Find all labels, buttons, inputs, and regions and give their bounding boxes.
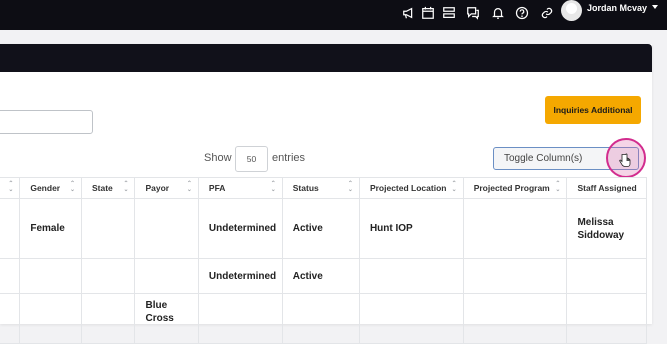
avatar[interactable] xyxy=(561,0,582,21)
sort-icon[interactable]: ⌃ ⌄ xyxy=(555,181,560,193)
column-header-projected-location[interactable]: Projected Location ⌃ ⌄ xyxy=(358,177,464,199)
sort-icon[interactable]: ⌃ ⌄ xyxy=(187,181,192,193)
table-row[interactable]: Undetermined Active xyxy=(0,258,647,294)
table-cell xyxy=(197,293,283,344)
hand-cursor-icon xyxy=(619,153,631,167)
sort-icon[interactable]: ⌃ ⌄ xyxy=(123,181,128,193)
table-cell xyxy=(134,258,199,294)
table-cell: Blue Cross xyxy=(134,293,199,344)
bell-icon[interactable] xyxy=(489,4,507,22)
table-cell xyxy=(566,293,647,344)
column-header-payor[interactable]: Payor ⌃ ⌄ xyxy=(134,177,199,199)
column-header-status[interactable]: Status ⌃ ⌄ xyxy=(281,177,360,199)
column-header-staff-assigned[interactable]: Staff Assigned xyxy=(566,177,647,199)
table-cell xyxy=(80,258,136,294)
help-icon[interactable] xyxy=(513,4,531,22)
table-cell xyxy=(80,198,136,259)
column-header-state[interactable]: State ⌃ ⌄ xyxy=(80,177,136,199)
sort-icon[interactable]: ⌃ ⌄ xyxy=(271,181,276,193)
table-cell: Melissa Siddoway xyxy=(566,198,647,259)
show-label: Show xyxy=(204,152,232,164)
sort-icon[interactable]: ⌃ ⌄ xyxy=(348,181,353,193)
table-cell xyxy=(462,198,568,259)
list-icon[interactable] xyxy=(440,4,458,22)
table-cell xyxy=(0,293,21,344)
table-cell xyxy=(281,293,360,344)
calendar-icon[interactable] xyxy=(419,4,437,22)
table-row[interactable]: Female Undetermined Active Hunt IOP Meli… xyxy=(0,198,647,259)
table-row[interactable]: Blue Cross xyxy=(0,293,647,344)
column-header-projected-program[interactable]: Projected Program ⌃ ⌄ xyxy=(462,177,568,199)
inquiries-table: ⌃ ⌄ Gender ⌃ ⌄ State ⌃ ⌄ Payor ⌃ ⌄ PFA ⌃ ⌄ Status… xyxy=(0,177,647,344)
table-cell: Female xyxy=(19,198,82,259)
table-cell xyxy=(19,258,82,294)
table-header-row: ⌃ ⌄ Gender ⌃ ⌄ State ⌃ ⌄ Payor ⌃ ⌄ PFA ⌃ ⌄ Status… xyxy=(0,177,647,199)
search-input[interactable] xyxy=(0,110,93,134)
chevron-down-icon[interactable] xyxy=(652,5,658,9)
sort-icon[interactable]: ⌃ ⌄ xyxy=(70,181,75,193)
column-header-pfa[interactable]: PFA ⌃ ⌄ xyxy=(197,177,283,199)
sort-icon[interactable]: ⌃ ⌄ xyxy=(452,181,457,193)
column-header-gender[interactable]: Gender ⌃ ⌄ xyxy=(19,177,82,199)
top-navigation-bar: Jordan Mcvay xyxy=(0,0,667,30)
table-cell xyxy=(358,258,464,294)
table-cell: Active xyxy=(281,258,360,294)
table-cell xyxy=(134,198,199,259)
table-cell xyxy=(462,293,568,344)
chat-icon[interactable] xyxy=(464,4,482,22)
link-icon[interactable] xyxy=(538,4,556,22)
table-cell xyxy=(462,258,568,294)
table-cell xyxy=(80,293,136,344)
toggle-columns-label: Toggle Column(s) xyxy=(504,153,583,164)
inquiries-additional-button[interactable]: Inquiries Additional xyxy=(545,96,641,124)
entries-label: entries xyxy=(272,152,306,164)
table-cell xyxy=(0,258,21,294)
page-size-select[interactable]: 50 xyxy=(235,146,268,172)
table-cell xyxy=(0,198,21,259)
table-cell: Undetermined xyxy=(197,198,283,259)
table-cell: Hunt IOP xyxy=(358,198,464,259)
table-cell xyxy=(19,293,82,344)
panel-header xyxy=(0,44,652,72)
sort-icon[interactable]: ⌃ ⌄ xyxy=(8,181,13,193)
column-header[interactable]: ⌃ ⌄ xyxy=(0,177,21,199)
table-cell: Undetermined xyxy=(197,258,283,294)
table-cell: Active xyxy=(281,198,360,259)
user-name[interactable]: Jordan Mcvay xyxy=(587,3,647,13)
table-cell xyxy=(358,293,464,344)
megaphone-icon[interactable] xyxy=(400,4,418,22)
table-cell xyxy=(566,258,647,294)
